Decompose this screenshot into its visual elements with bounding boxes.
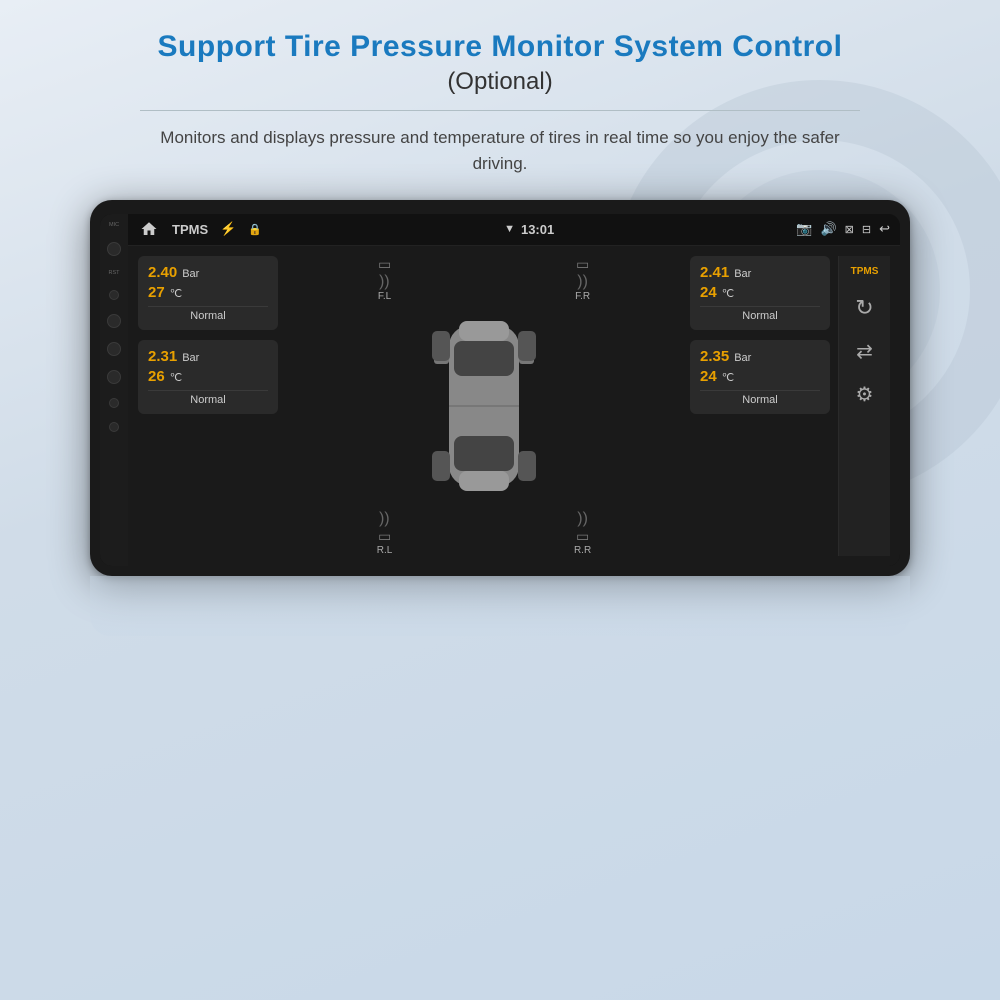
signal-waves-rl: ((	[379, 510, 390, 528]
tire-fl-temp-row: 27 ℃	[148, 284, 268, 301]
tpms-sidebar: TPMS ↻ ⇄ ⚙	[838, 256, 890, 556]
left-btn-vol-up[interactable]	[109, 398, 119, 408]
tpms-center-column: ▭ (( F.L ▭ )) F.R	[286, 256, 682, 556]
tire-fl-status: Normal	[148, 306, 268, 322]
tire-fr-status: Normal	[700, 306, 820, 322]
rr-signal-area: )) ▭ R.R	[574, 510, 591, 556]
tire-rr-pressure: 2.35	[700, 348, 729, 365]
signal-waves-rr: ))	[577, 510, 588, 528]
tpms-right-column: 2.41 Bar 24 ℃ Normal 2	[690, 256, 830, 556]
tire-rl-pressure-row: 2.31 Bar	[148, 348, 268, 365]
tire-rr-pressure-row: 2.35 Bar	[700, 348, 820, 365]
tire-rl-temp-unit: ℃	[170, 371, 182, 384]
screen-main: TPMS ⚡ 🔒 ▼ 13:01 📷 🔊 ⊠ ⊟ ↩	[128, 214, 900, 566]
tire-rr-status: Normal	[700, 390, 820, 406]
page-description: Monitors and displays pressure and tempe…	[160, 125, 840, 178]
fl-label: F.L	[378, 291, 391, 302]
left-btn-rst[interactable]	[109, 290, 119, 300]
tpms-sidebar-label: TPMS	[851, 266, 879, 277]
rl-signal-area: (( ▭ R.L	[377, 510, 393, 556]
status-left: TPMS ⚡ 🔒	[138, 218, 262, 240]
home-icon[interactable]	[138, 218, 160, 240]
lock-icon: 🔒	[248, 223, 262, 236]
car-head-unit: MIC RST TPM	[90, 200, 910, 576]
tpms-refresh-icon[interactable]: ↻	[855, 295, 873, 321]
tire-fr-temp-unit: ℃	[722, 287, 734, 300]
tire-rl-temperature: 26	[148, 368, 165, 385]
car-svg	[424, 306, 544, 506]
tpms-content: 2.40 Bar 27 ℃ Normal 2	[128, 246, 900, 566]
tire-rl-pressure-unit: Bar	[182, 352, 199, 364]
left-btn-mic[interactable]	[107, 242, 121, 256]
rst-label: RST	[109, 270, 120, 276]
tire-icon-rr: ▭	[576, 528, 589, 545]
tpms-left-column: 2.40 Bar 27 ℃ Normal 2	[138, 256, 278, 556]
fl-signal-area: ▭ (( F.L	[378, 256, 391, 302]
tpms-transfer-icon[interactable]: ⇄	[856, 339, 873, 364]
tire-rr-pressure-unit: Bar	[734, 352, 751, 364]
page-subtitle: (Optional)	[447, 68, 552, 96]
rl-label: R.L	[377, 545, 393, 556]
divider	[140, 110, 860, 111]
tire-fl-pressure-row: 2.40 Bar	[148, 264, 268, 281]
wifi-icon: ▼	[504, 223, 515, 235]
volume-icon[interactable]: 🔊	[820, 221, 836, 237]
tire-rl-status: Normal	[148, 390, 268, 406]
tire-rl-pressure: 2.31	[148, 348, 177, 365]
page-title: Support Tire Pressure Monitor System Con…	[158, 30, 843, 64]
tire-rl-temp-row: 26 ℃	[148, 368, 268, 385]
tire-fl-temp-unit: ℃	[170, 287, 182, 300]
car-top-view	[424, 306, 544, 506]
left-btn-power[interactable]	[107, 314, 121, 328]
signal-waves-fr: ))	[577, 273, 588, 291]
tire-fl-pressure: 2.40	[148, 264, 177, 281]
tire-fr-temperature: 24	[700, 284, 717, 301]
left-btn-home[interactable]	[107, 342, 121, 356]
usb-icon: ⚡	[220, 221, 236, 237]
status-right-icons: 📷 🔊 ⊠ ⊟ ↩	[796, 221, 890, 237]
fr-signal-area: ▭ )) F.R	[575, 256, 590, 302]
tire-fr-temp-row: 24 ℃	[700, 284, 820, 301]
tire-card-rr: 2.35 Bar 24 ℃ Normal	[690, 340, 830, 414]
tire-fr-pressure: 2.41	[700, 264, 729, 281]
left-btn-back[interactable]	[107, 370, 121, 384]
tire-rr-temp-row: 24 ℃	[700, 368, 820, 385]
tire-icon-fl: ▭	[378, 256, 391, 273]
mic-label: MIC	[109, 222, 119, 228]
tire-fr-pressure-unit: Bar	[734, 268, 751, 280]
tire-fl-pressure-unit: Bar	[182, 268, 199, 280]
tire-fl-temperature: 27	[148, 284, 165, 301]
tpms-settings-icon[interactable]: ⚙	[856, 382, 874, 407]
device-screen: MIC RST TPM	[100, 214, 900, 566]
fr-label: F.R	[575, 291, 590, 302]
signal-waves-fl: ((	[379, 273, 390, 291]
tire-card-rl: 2.31 Bar 26 ℃ Normal	[138, 340, 278, 414]
screen-icon[interactable]: ⊠	[845, 223, 854, 236]
status-center-icons: ▼ 13:01	[504, 222, 554, 237]
left-btn-vol-down[interactable]	[109, 422, 119, 432]
rr-label: R.R	[574, 545, 591, 556]
tire-icon-fr: ▭	[576, 256, 589, 273]
tire-card-fr: 2.41 Bar 24 ℃ Normal	[690, 256, 830, 330]
device-reflection	[90, 576, 910, 636]
window-icon[interactable]: ⊟	[862, 223, 871, 236]
status-time: 13:01	[521, 222, 554, 237]
content-wrapper: Support Tire Pressure Monitor System Con…	[0, 0, 1000, 646]
physical-left-sidebar: MIC RST	[100, 214, 128, 566]
back-nav-icon[interactable]: ↩	[879, 221, 890, 237]
status-title: TPMS	[172, 222, 208, 237]
tire-rr-temperature: 24	[700, 368, 717, 385]
status-bar: TPMS ⚡ 🔒 ▼ 13:01 📷 🔊 ⊠ ⊟ ↩	[128, 214, 900, 246]
tire-fr-pressure-row: 2.41 Bar	[700, 264, 820, 281]
tire-rr-temp-unit: ℃	[722, 371, 734, 384]
tire-card-fl: 2.40 Bar 27 ℃ Normal	[138, 256, 278, 330]
camera-icon[interactable]: 📷	[796, 221, 812, 237]
tire-icon-rl: ▭	[378, 528, 391, 545]
